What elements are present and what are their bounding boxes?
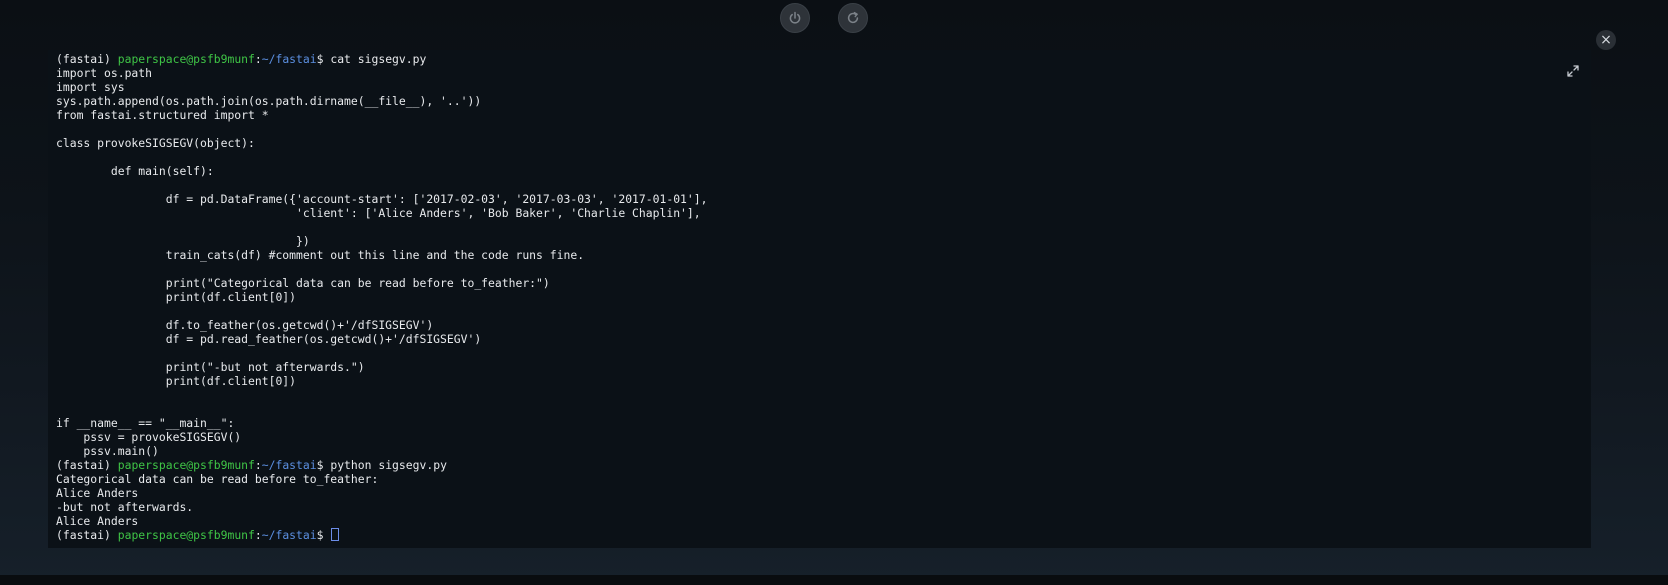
prompt-path: ~/fastai bbox=[261, 528, 317, 542]
output-line: df = pd.DataFrame({'account-start': ['20… bbox=[56, 192, 708, 206]
output-line: pssv = provokeSIGSEGV() bbox=[56, 430, 242, 444]
prompt-separator: : bbox=[254, 458, 262, 472]
output-line: print("Categorical data can be read befo… bbox=[56, 276, 550, 290]
output-line: print("-but not afterwards.") bbox=[56, 360, 365, 374]
prompt-separator: : bbox=[254, 528, 262, 542]
restart-button[interactable] bbox=[838, 3, 868, 33]
output-line: print(df.client[0]) bbox=[56, 290, 297, 304]
power-icon bbox=[789, 11, 801, 24]
bottom-bar bbox=[0, 575, 1668, 585]
prompt-command: cat sigsegv.py bbox=[323, 52, 427, 66]
output-line: import sys bbox=[56, 80, 125, 94]
prompt-path: ~/fastai bbox=[261, 458, 317, 472]
output-line: Categorical data can be read before to_f… bbox=[56, 472, 379, 486]
prompt-userhost: paperspace@psfb9munf bbox=[117, 458, 255, 472]
output-line: class provokeSIGSEGV(object): bbox=[56, 136, 255, 150]
output-line: train_cats(df) #comment out this line an… bbox=[56, 248, 585, 262]
prompt-venv: (fastai) bbox=[56, 528, 118, 542]
output-line: -but not afterwards. bbox=[56, 500, 194, 514]
close-icon: × bbox=[1600, 32, 1612, 48]
prompt-line: (fastai) paperspace@psfb9munf:~/fastai$ … bbox=[56, 458, 1551, 472]
terminal-output: (fastai) paperspace@psfb9munf:~/fastai$ … bbox=[56, 52, 1551, 542]
prompt-userhost: paperspace@psfb9munf bbox=[117, 52, 255, 66]
prompt-command bbox=[323, 528, 330, 542]
power-button[interactable] bbox=[780, 3, 810, 33]
prompt-venv: (fastai) bbox=[56, 458, 118, 472]
output-line: }) bbox=[56, 234, 310, 248]
output-line: import os.path bbox=[56, 66, 153, 80]
restart-icon bbox=[847, 11, 859, 24]
output-line: pssv.main() bbox=[56, 444, 159, 458]
prompt-separator: : bbox=[254, 52, 262, 66]
expand-icon bbox=[1567, 65, 1579, 77]
prompt-path: ~/fastai bbox=[261, 52, 317, 66]
prompt-command: python sigsegv.py bbox=[323, 458, 447, 472]
prompt-line: (fastai) paperspace@psfb9munf:~/fastai$ … bbox=[56, 52, 1551, 66]
output-line: from fastai.structured import * bbox=[56, 108, 269, 122]
prompt-line: (fastai) paperspace@psfb9munf:~/fastai$ bbox=[56, 528, 1551, 542]
output-line: df.to_feather(os.getcwd()+'/dfSIGSEGV') bbox=[56, 318, 434, 332]
terminal-window[interactable]: (fastai) paperspace@psfb9munf:~/fastai$ … bbox=[48, 50, 1591, 548]
output-line: sys.path.append(os.path.join(os.path.dir… bbox=[56, 94, 482, 108]
prompt-userhost: paperspace@psfb9munf bbox=[117, 528, 255, 542]
expand-button[interactable] bbox=[1566, 63, 1580, 77]
close-button[interactable]: × bbox=[1596, 30, 1616, 50]
output-line: def main(self): bbox=[56, 164, 214, 178]
output-line: 'client': ['Alice Anders', 'Bob Baker', … bbox=[56, 206, 701, 220]
output-line: Alice Anders bbox=[56, 486, 139, 500]
terminal-cursor bbox=[331, 528, 340, 541]
output-line: if __name__ == "__main__": bbox=[56, 416, 235, 430]
prompt-venv: (fastai) bbox=[56, 52, 118, 66]
output-line: print(df.client[0]) bbox=[56, 374, 297, 388]
output-line: df = pd.read_feather(os.getcwd()+'/dfSIG… bbox=[56, 332, 482, 346]
output-line: Alice Anders bbox=[56, 514, 139, 528]
session-controls bbox=[780, 3, 868, 33]
